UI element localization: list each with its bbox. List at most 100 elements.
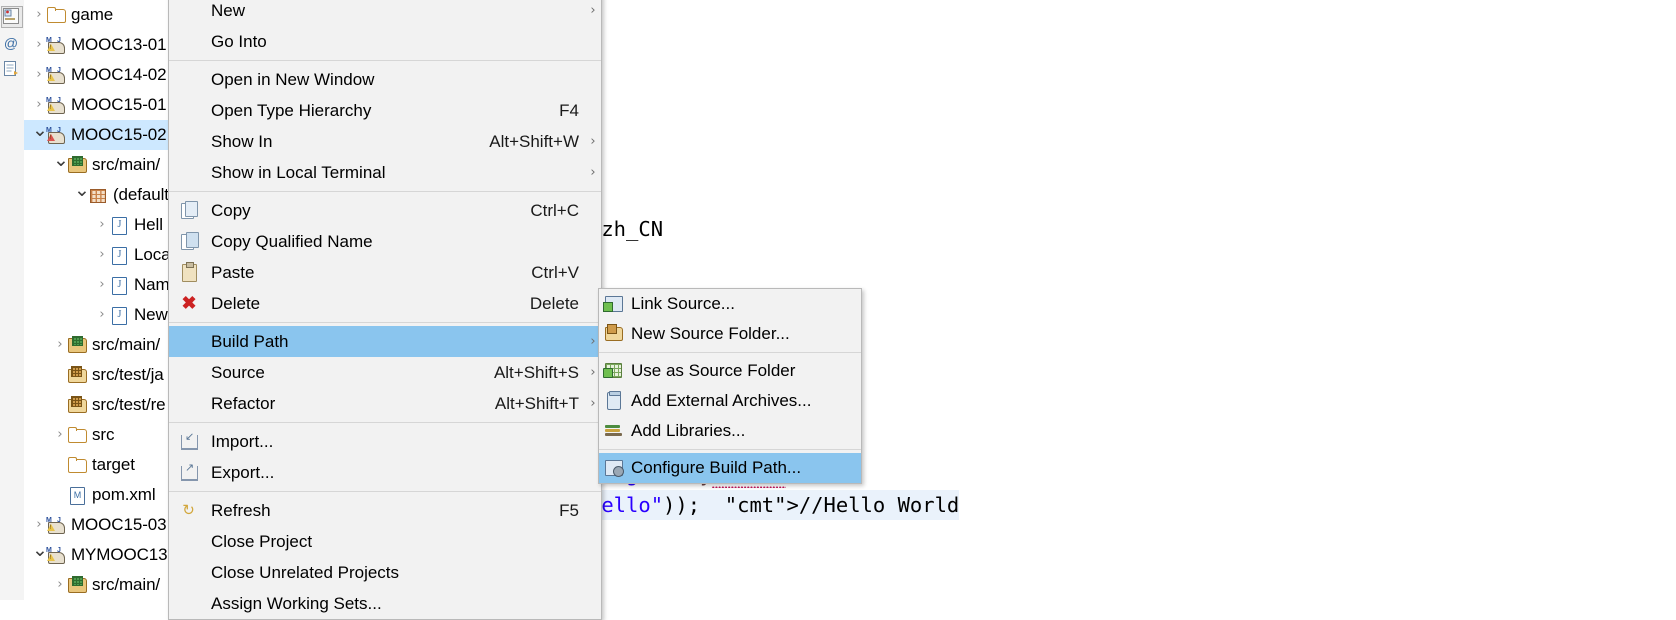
tree-item-src-main[interactable]: › src/main/ (24, 570, 176, 600)
tree-item-pom-xml[interactable]: pom.xml (24, 480, 176, 510)
menu-item-show-in-local-terminal[interactable]: Show in Local Terminal › (169, 157, 601, 188)
menu-item-label: New Source Folder... (631, 324, 790, 343)
menu-item-label: New (211, 1, 246, 20)
menu-item-configure-build-path[interactable]: Configure Build Path... (599, 453, 861, 483)
menu-item-label: Go Into (211, 32, 267, 51)
tree-item-label: src/main/ (92, 155, 161, 174)
menu-item-link-source[interactable]: Link Source... (599, 289, 861, 319)
menu-item-open-in-new-window[interactable]: Open in New Window› (169, 64, 601, 95)
tree-item-default[interactable]: ⌄ (default (24, 180, 176, 210)
maven-project-error-icon: MJ (46, 126, 66, 144)
chevron-right-icon[interactable]: › (95, 300, 109, 330)
menu-separator (599, 449, 861, 450)
chevron-right-icon[interactable]: › (32, 60, 46, 90)
chevron-right-icon[interactable]: › (32, 0, 46, 30)
menu-item-build-path[interactable]: Build Path › (169, 326, 601, 357)
tree-item-mooc13-01[interactable]: ›MJ MOOC13-01 (24, 30, 176, 60)
tree-item-mymooc13[interactable]: ⌄MJ MYMOOC13 (24, 540, 176, 570)
link-source-icon (599, 294, 631, 314)
tree-item-mooc15-02[interactable]: ⌄MJ MOOC15-02 (24, 120, 176, 150)
menu-item-label: Close Project (211, 532, 313, 551)
package-explorer-icon[interactable] (1, 6, 23, 28)
menu-item-refresh[interactable]: ↻RefreshF5› (169, 495, 601, 526)
menu-item-paste[interactable]: PasteCtrl+V› (169, 257, 601, 288)
menu-item-close-project[interactable]: Close Project› (169, 526, 601, 557)
menu-item-open-type-hierarchy[interactable]: Open Type HierarchyF4› (169, 95, 601, 126)
chevron-down-icon[interactable]: ⌄ (53, 150, 69, 170)
menu-item-new[interactable]: New › (169, 0, 601, 26)
chevron-down-icon[interactable]: ⌄ (74, 180, 90, 200)
menu-item-label: Open Type Hierarchy (211, 101, 372, 120)
menu-item-add-external-archives[interactable]: Add External Archives... (599, 386, 861, 416)
menu-item-delete[interactable]: ✖DeleteDelete› (169, 288, 601, 319)
menu-item-label: Assign Working Sets... (211, 594, 382, 613)
menu-item-add-libraries[interactable]: Add Libraries... (599, 416, 861, 446)
java-file-icon (109, 306, 129, 325)
tree-item-label: MOOC15-03 (71, 515, 167, 534)
build-path-submenu[interactable]: Link Source... New Source Folder... Use as… (598, 288, 862, 484)
chevron-right-icon[interactable]: › (53, 570, 67, 600)
menu-item-use-as-source-folder[interactable]: Use as Source Folder (599, 356, 861, 386)
java-file-icon (109, 246, 129, 265)
menu-item-label: Use as Source Folder (631, 361, 796, 380)
menu-item-source[interactable]: Source Alt+Shift+S › (169, 357, 601, 388)
chevron-right-icon[interactable]: › (95, 210, 109, 240)
tree-item-game[interactable]: › game (24, 0, 176, 30)
menu-item-assign-working-sets[interactable]: Assign Working Sets...› (169, 588, 601, 619)
tree-item-nam[interactable]: › Nam (24, 270, 176, 300)
menu-item-icon-slot (169, 1, 211, 21)
tree-item-mooc15-01[interactable]: ›MJ MOOC15-01 (24, 90, 176, 120)
menu-item-export[interactable]: ↗Export...› (169, 457, 601, 488)
annotation-at-icon[interactable]: @ (2, 34, 22, 54)
menu-item-label: Close Unrelated Projects (211, 563, 400, 582)
menu-item-icon-slot (169, 101, 211, 121)
chevron-down-icon[interactable]: ⌄ (32, 540, 48, 560)
chevron-right-icon[interactable]: › (53, 420, 67, 450)
tree-item-mooc15-03[interactable]: ›MJ MOOC15-03 (24, 510, 176, 540)
project-context-menu[interactable]: New›Go Into› Open in New Window› Open Type… (168, 0, 602, 620)
menu-item-shortcut: F4 (559, 101, 579, 120)
menu-item-label: Copy Qualified Name (211, 232, 373, 251)
chevron-right-icon[interactable]: › (32, 30, 46, 60)
package-explorer-tree[interactable]: ›game›MJMOOC13-01›MJMOOC14-02›MJMOOC15-0… (24, 0, 176, 600)
tree-item-label: Hell (134, 215, 163, 234)
menu-item-new-source-folder[interactable]: New Source Folder... (599, 319, 861, 349)
menu-item-import[interactable]: ↙Import...› (169, 426, 601, 457)
tree-item-loca[interactable]: › Loca (24, 240, 176, 270)
tree-item-src-main[interactable]: › src/main/ (24, 330, 176, 360)
menu-item-icon-slot (169, 32, 211, 52)
tree-item-hell[interactable]: › Hell (24, 210, 176, 240)
menu-item-label: Refresh (211, 501, 271, 520)
refresh-icon: ↻ (182, 500, 195, 519)
chevron-down-icon[interactable]: ⌄ (32, 120, 48, 140)
tree-item-src-test-re[interactable]: src/test/re (24, 390, 176, 420)
tree-item-src-test-ja[interactable]: src/test/ja (24, 360, 176, 390)
menu-item-label: Add External Archives... (631, 391, 812, 410)
tree-item-src[interactable]: › src (24, 420, 176, 450)
menu-item-close-unrelated-projects[interactable]: Close Unrelated Projects› (169, 557, 601, 588)
svg-text:@: @ (4, 35, 18, 51)
tree-item-mooc14-02[interactable]: ›MJ MOOC14-02 (24, 60, 176, 90)
menu-item-copy-qualified-name[interactable]: Copy Qualified Name› (169, 226, 601, 257)
menu-item-copy[interactable]: CopyCtrl+C› (169, 195, 601, 226)
folder-icon (67, 456, 87, 474)
chevron-right-icon[interactable]: › (32, 510, 46, 540)
chevron-right-icon[interactable]: › (95, 270, 109, 300)
add-external-archives-icon (599, 391, 631, 411)
menu-item-show-in[interactable]: Show In Alt+Shift+W › (169, 126, 601, 157)
chevron-right-icon[interactable]: › (32, 90, 46, 120)
tree-item-src-main[interactable]: ⌄ src/main/ (24, 150, 176, 180)
chevron-right-icon[interactable]: › (53, 330, 67, 360)
tree-item-new[interactable]: › New (24, 300, 176, 330)
menu-item-refactor[interactable]: Refactor Alt+Shift+T › (169, 388, 601, 419)
menu-item-label: Export... (211, 463, 275, 482)
java-file-icon (109, 276, 129, 295)
tree-item-label: src/main/ (92, 575, 161, 594)
tree-item-target[interactable]: target (24, 450, 176, 480)
source-folder-icon (67, 336, 87, 354)
javadoc-icon[interactable] (2, 60, 22, 80)
menu-separator (169, 322, 601, 323)
chevron-right-icon[interactable]: › (95, 240, 109, 270)
menu-item-go-into[interactable]: Go Into› (169, 26, 601, 57)
left-activity-rail: @ (0, 0, 25, 600)
